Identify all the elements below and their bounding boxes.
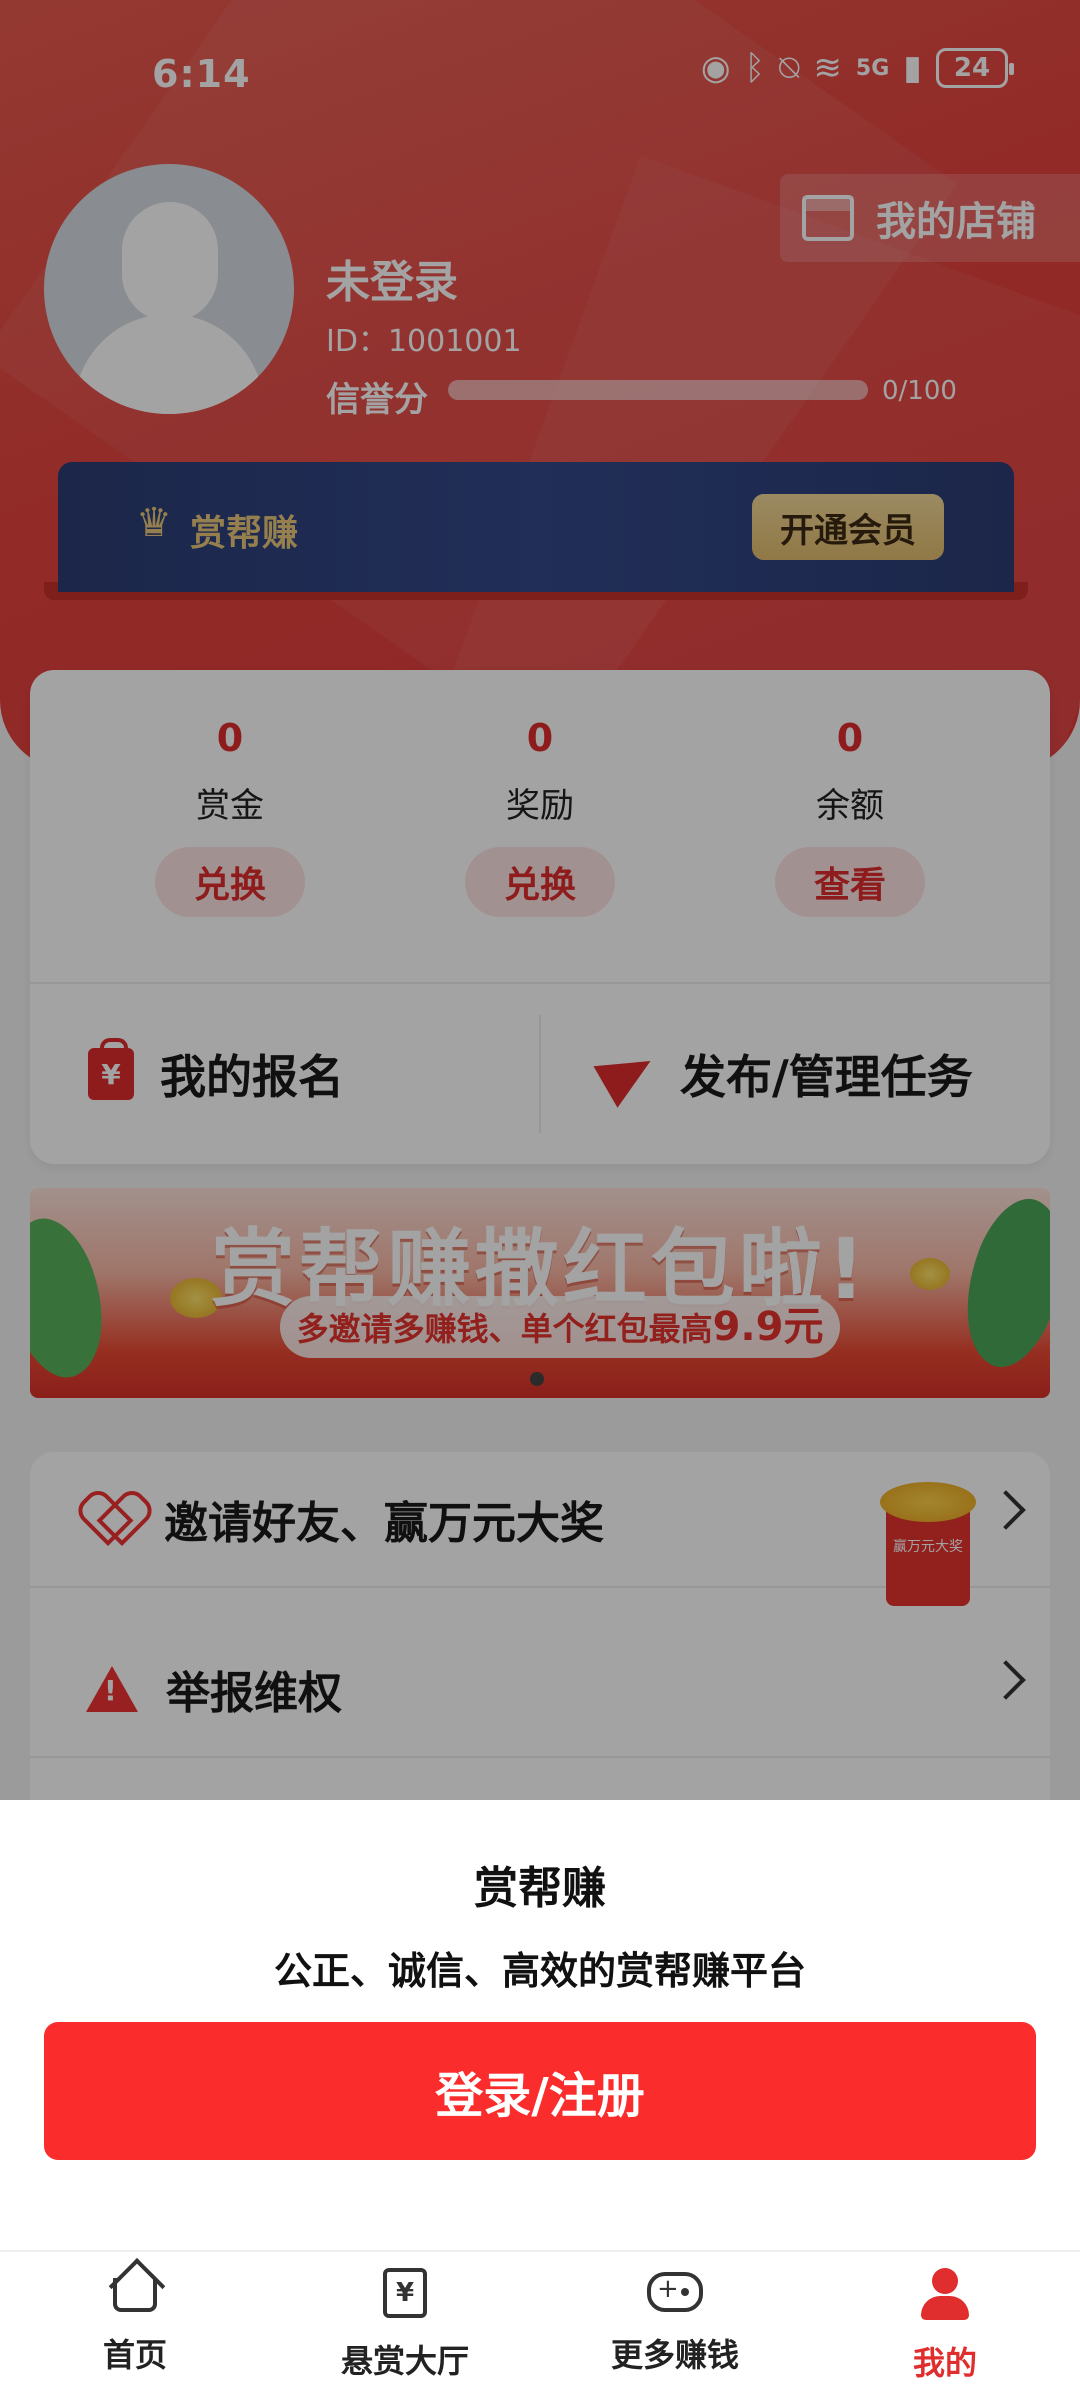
- tab-reward-hall[interactable]: ¥ 悬赏大厅: [270, 2252, 540, 2400]
- bottom-nav: 首页 ¥ 悬赏大厅 更多赚钱 我的: [0, 2250, 1080, 2400]
- tab-mine[interactable]: 我的: [810, 2252, 1080, 2400]
- tab-more-earnings[interactable]: 更多赚钱: [540, 2252, 810, 2400]
- tab-home[interactable]: 首页: [0, 2252, 270, 2400]
- reward-hall-icon: ¥: [383, 2268, 427, 2318]
- tab-label: 更多赚钱: [610, 2336, 739, 2374]
- tab-label: 首页: [102, 2336, 167, 2374]
- tab-label: 我的: [912, 2344, 977, 2382]
- sheet-subtitle: 公正、诚信、高效的赏帮赚平台: [273, 1949, 806, 1993]
- gamepad-icon: [647, 2272, 703, 2312]
- login-register-button[interactable]: 登录/注册: [44, 2022, 1036, 2160]
- sheet-title: 赏帮赚: [474, 1863, 606, 1914]
- login-sheet: 赏帮赚 公正、诚信、高效的赏帮赚平台 登录/注册: [0, 1800, 1080, 2250]
- modal-backdrop[interactable]: [0, 0, 1080, 1800]
- person-icon: [919, 2268, 971, 2320]
- home-icon: [113, 2278, 157, 2312]
- tab-label: 悬赏大厅: [340, 2342, 469, 2380]
